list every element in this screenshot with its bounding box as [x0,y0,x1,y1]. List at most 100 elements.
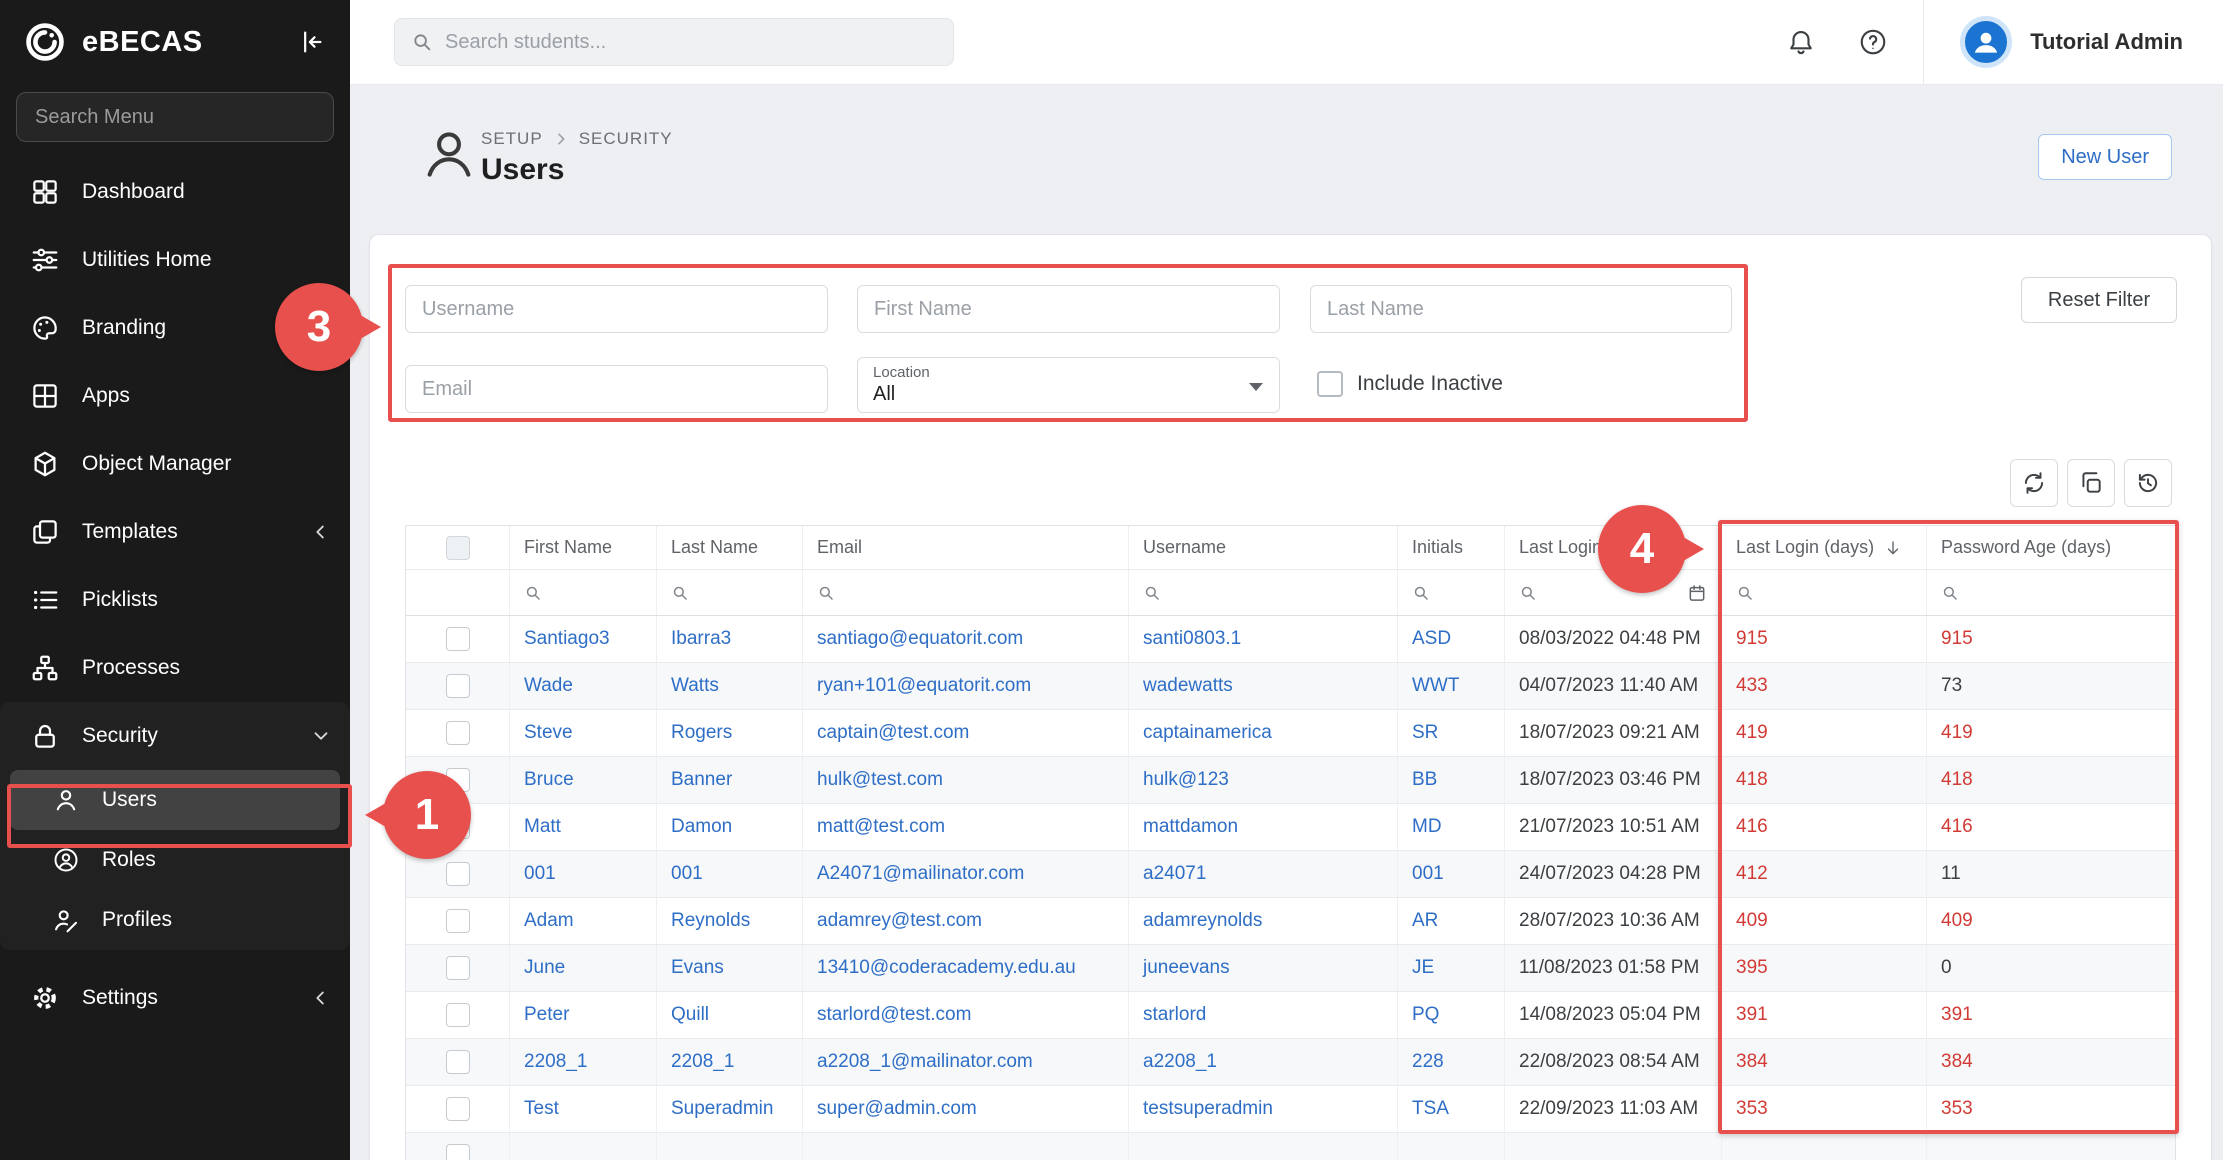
cell-email[interactable]: hulk@test.com [803,757,1129,803]
cell-first-name[interactable]: Matt [510,804,657,850]
cell-username[interactable]: hulk@123 [1129,757,1398,803]
calendar-icon[interactable] [1687,583,1707,603]
cell-initials[interactable]: ASD [1398,616,1505,662]
column-header-initials[interactable]: Initials [1398,526,1505,569]
cell-email[interactable]: a2208_1@mailinator.com [803,1039,1129,1085]
sidebar-item-settings[interactable]: Settings [0,964,350,1032]
row-checkbox[interactable] [446,956,470,980]
cell-initials[interactable]: TSA [1398,1086,1505,1132]
cell-first-name[interactable]: Adam [510,898,657,944]
column-search-icon[interactable] [1519,584,1537,602]
cell-username[interactable]: a2208_1 [1129,1039,1398,1085]
cell-last-name[interactable]: Banner [657,757,803,803]
sidebar-item-apps[interactable]: Apps [0,362,350,430]
cell-initials[interactable]: PQ [1398,992,1505,1038]
sidebar-item-object-manager[interactable]: Object Manager [0,430,350,498]
cell-initials[interactable] [1398,1133,1505,1160]
cell-last-name[interactable]: 2208_1 [657,1039,803,1085]
column-header-last-login-days[interactable]: Last Login (days) [1722,526,1927,569]
cell-first-name[interactable]: June [510,945,657,991]
cell-email[interactable] [803,1133,1129,1160]
row-checkbox[interactable] [446,627,470,651]
cell-initials[interactable]: WWT [1398,663,1505,709]
column-search-icon[interactable] [1412,584,1430,602]
cell-username[interactable]: juneevans [1129,945,1398,991]
cell-last-name[interactable]: Rogers [657,710,803,756]
filter-last-name-input[interactable] [1310,285,1732,333]
cell-first-name[interactable] [510,1133,657,1160]
select-all-checkbox[interactable] [446,536,470,560]
cell-last-name[interactable]: 001 [657,851,803,897]
cell-last-name[interactable]: Quill [657,992,803,1038]
reset-filter-button[interactable]: Reset Filter [2021,277,2177,323]
column-search-icon[interactable] [671,584,689,602]
row-checkbox[interactable] [446,721,470,745]
cell-first-name[interactable]: 2208_1 [510,1039,657,1085]
help-icon[interactable] [1851,20,1895,64]
cell-last-name[interactable]: Reynolds [657,898,803,944]
cell-last-name[interactable]: Watts [657,663,803,709]
column-search-icon[interactable] [1143,584,1161,602]
column-search-icon[interactable] [817,584,835,602]
column-search-icon[interactable] [1736,584,1754,602]
cell-username[interactable]: wadewatts [1129,663,1398,709]
history-icon[interactable] [2124,459,2172,507]
row-checkbox[interactable] [446,1144,470,1160]
sidebar-item-roles[interactable]: Roles [0,830,350,890]
cell-last-name[interactable]: Evans [657,945,803,991]
cell-email[interactable]: 13410@coderacademy.edu.au [803,945,1129,991]
sidebar-item-security[interactable]: Security [0,702,350,770]
column-header-password-age-days[interactable]: Password Age (days) [1927,526,2175,569]
cell-first-name[interactable]: Steve [510,710,657,756]
column-search-icon[interactable] [524,584,542,602]
row-checkbox[interactable] [446,674,470,698]
breadcrumb-setup[interactable]: SETUP [481,129,543,149]
sidebar-item-dashboard[interactable]: Dashboard [0,158,350,226]
cell-username[interactable]: adamreynolds [1129,898,1398,944]
cell-username[interactable] [1129,1133,1398,1160]
sidebar-item-utilities-home[interactable]: Utilities Home [0,226,350,294]
sidebar-collapse-icon[interactable] [294,25,328,59]
cell-initials[interactable]: AR [1398,898,1505,944]
cell-initials[interactable]: 001 [1398,851,1505,897]
cell-first-name[interactable]: Wade [510,663,657,709]
breadcrumb-security[interactable]: SECURITY [579,129,673,149]
cell-email[interactable]: adamrey@test.com [803,898,1129,944]
cell-initials[interactable]: BB [1398,757,1505,803]
cell-last-name[interactable]: Superadmin [657,1086,803,1132]
cell-username[interactable]: santi0803.1 [1129,616,1398,662]
cell-initials[interactable]: SR [1398,710,1505,756]
sidebar-item-processes[interactable]: Processes [0,634,350,702]
cell-email[interactable]: matt@test.com [803,804,1129,850]
filter-username-input[interactable] [405,285,828,333]
cell-last-name[interactable] [657,1133,803,1160]
column-search-icon[interactable] [1941,584,1959,602]
row-checkbox[interactable] [446,1003,470,1027]
filter-email-input[interactable] [405,365,828,413]
column-header-username[interactable]: Username [1129,526,1398,569]
sidebar-item-users[interactable]: Users [10,770,340,830]
cell-first-name[interactable]: Test [510,1086,657,1132]
column-header-last-name[interactable]: Last Name [657,526,803,569]
include-inactive-checkbox[interactable]: Include Inactive [1317,371,1503,397]
cell-first-name[interactable]: 001 [510,851,657,897]
sidebar-search-input[interactable] [16,92,334,142]
row-checkbox[interactable] [446,862,470,886]
location-select[interactable]: Location All [857,357,1280,413]
cell-initials[interactable]: MD [1398,804,1505,850]
cell-initials[interactable]: JE [1398,945,1505,991]
user-avatar[interactable] [1960,16,2012,68]
cell-username[interactable]: mattdamon [1129,804,1398,850]
cell-username[interactable]: testsuperadmin [1129,1086,1398,1132]
cell-email[interactable]: starlord@test.com [803,992,1129,1038]
cell-first-name[interactable]: Santiago3 [510,616,657,662]
sidebar-item-templates[interactable]: Templates [0,498,350,566]
cell-first-name[interactable]: Bruce [510,757,657,803]
new-user-button[interactable]: New User [2038,134,2172,180]
cell-first-name[interactable]: Peter [510,992,657,1038]
row-checkbox[interactable] [446,1050,470,1074]
cell-username[interactable]: a24071 [1129,851,1398,897]
cell-last-name[interactable]: Ibarra3 [657,616,803,662]
cell-username[interactable]: captainamerica [1129,710,1398,756]
row-checkbox[interactable] [446,909,470,933]
